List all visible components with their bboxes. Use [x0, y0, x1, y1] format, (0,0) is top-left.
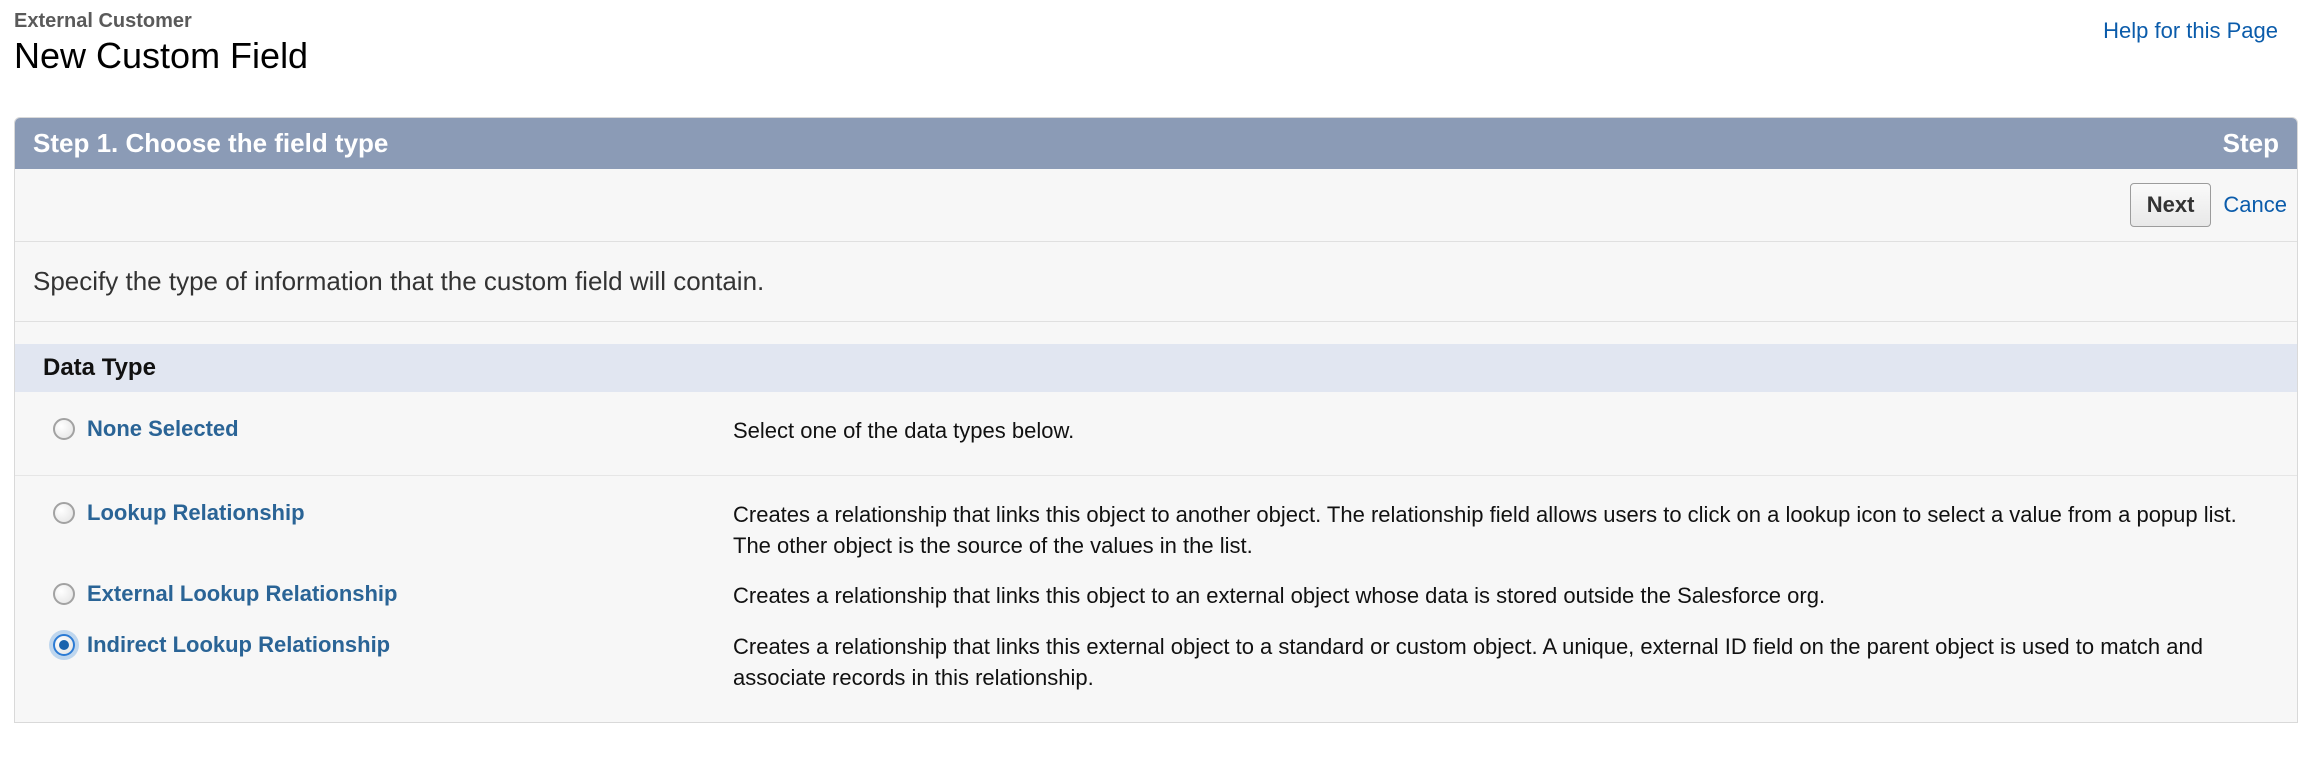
data-type-label[interactable]: Lookup Relationship [87, 500, 305, 526]
instruction-text: Specify the type of information that the… [15, 242, 2297, 322]
data-type-description: Creates a relationship that links this o… [733, 500, 2279, 562]
help-link[interactable]: Help for this Page [2103, 18, 2278, 44]
data-type-label[interactable]: None Selected [87, 416, 239, 442]
page-title: New Custom Field [14, 35, 308, 77]
data-type-description: Creates a relationship that links this e… [733, 632, 2279, 694]
step-indicator: Step [2223, 128, 2279, 159]
data-type-label[interactable]: External Lookup Relationship [87, 581, 397, 607]
data-type-section-header: Data Type [15, 344, 2297, 392]
data-type-block-relationships: Lookup Relationship Creates a relationsh… [15, 476, 2297, 722]
radio-none[interactable] [53, 418, 75, 440]
data-type-label[interactable]: Indirect Lookup Relationship [87, 632, 390, 658]
data-type-block-none: None Selected Select one of the data typ… [15, 392, 2297, 476]
radio-lookup[interactable] [53, 502, 75, 524]
step-bar: Step 1. Choose the field type Step [15, 118, 2297, 169]
radio-indirect-lookup[interactable] [53, 634, 75, 656]
data-type-description: Creates a relationship that links this o… [733, 581, 2279, 612]
step-title: Step 1. Choose the field type [33, 128, 388, 159]
data-type-description: Select one of the data types below. [733, 416, 2279, 447]
breadcrumb: External Customer [14, 10, 308, 33]
wizard-panel: Step 1. Choose the field type Step Next … [14, 117, 2298, 723]
cancel-link[interactable]: Cance [2223, 192, 2287, 218]
next-button[interactable]: Next [2130, 183, 2212, 227]
button-row: Next Cance [15, 169, 2297, 242]
radio-external-lookup[interactable] [53, 583, 75, 605]
